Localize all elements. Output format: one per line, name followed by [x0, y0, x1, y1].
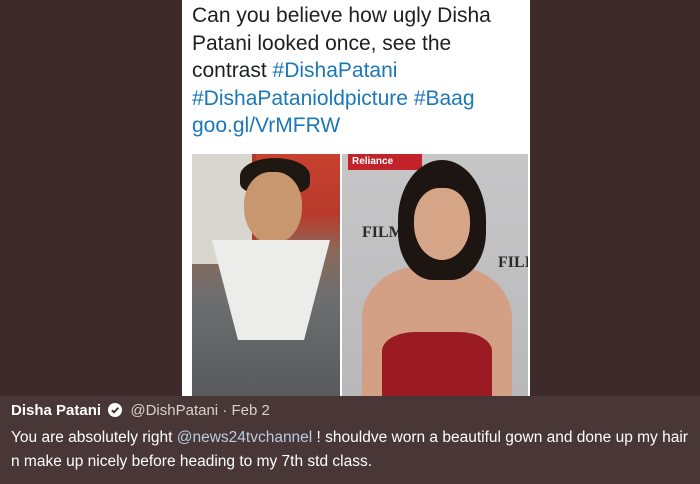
photo-face: [414, 188, 470, 260]
reply-author-name[interactable]: Disha Patani: [11, 402, 101, 419]
filmfare-logo-text-right: FILI: [498, 254, 528, 271]
reply-tweet-text: You are absolutely right @news24tvchanne…: [11, 426, 691, 474]
photo-face: [244, 172, 302, 244]
hashtag-baag[interactable]: #Baag: [414, 87, 475, 110]
reply-separator: ·: [222, 402, 228, 419]
red-carpet-photo[interactable]: Reliance FILMFA FILI: [342, 154, 528, 396]
screenshot-stage: Can you believe how ugly Disha Patani lo…: [0, 0, 700, 484]
school-uniform-collar: [212, 240, 330, 340]
reply-tweet-header: Disha Patani @DishPatani · Feb 2: [11, 402, 270, 419]
reply-author-handle[interactable]: @DishPatani: [130, 402, 218, 419]
quoted-tweet-card[interactable]: Can you believe how ugly Disha Patani lo…: [182, 0, 530, 396]
reply-date[interactable]: Feb 2: [232, 402, 270, 419]
sponsor-banner: Reliance: [348, 154, 422, 170]
mention-news24tvchannel[interactable]: @news24tvchannel: [177, 429, 313, 446]
tweet-link[interactable]: goo.gl/VrMFRW: [192, 114, 340, 137]
verified-badge-icon: [108, 403, 123, 417]
hashtag-dishapatani[interactable]: #DishaPatani: [273, 59, 398, 82]
reply-body-start: You are absolutely right: [11, 429, 177, 446]
hashtag-dishapatanioldpicture[interactable]: #DishaPatanioldpicture: [192, 87, 408, 110]
old-school-photo[interactable]: [192, 154, 340, 396]
quoted-tweet-text: Can you believe how ugly Disha Patani lo…: [192, 2, 528, 140]
red-gown: [382, 332, 492, 396]
